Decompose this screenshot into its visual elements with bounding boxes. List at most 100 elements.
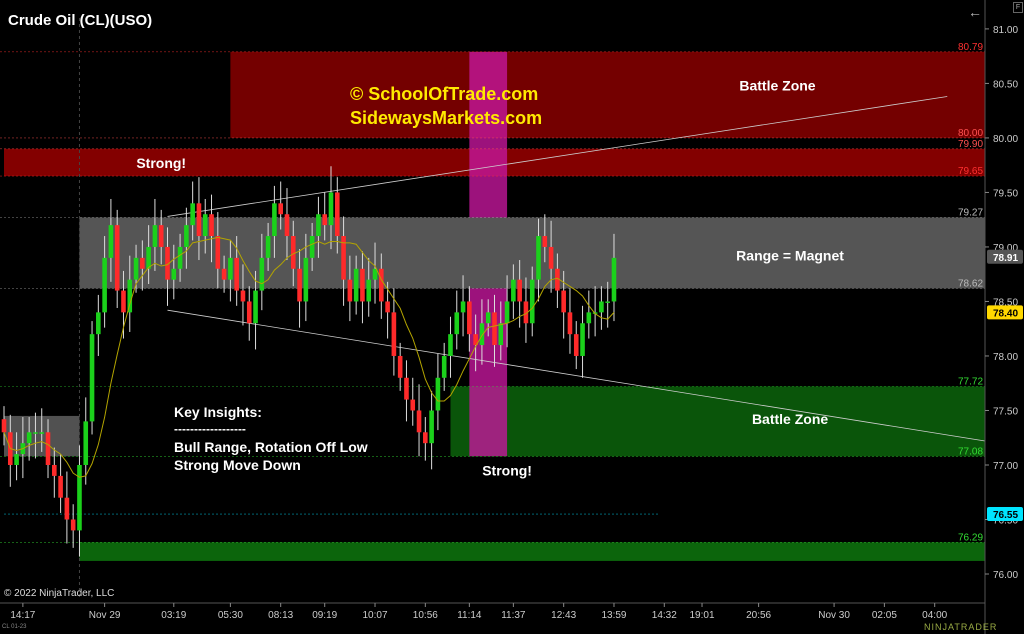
insights-title: Key Insights: (174, 404, 262, 420)
candle-body (385, 301, 390, 313)
candle-body (26, 432, 32, 444)
candle-body (429, 410, 434, 444)
magenta-bar-0 (469, 51, 508, 218)
candle-body (297, 268, 302, 302)
candle-body (202, 214, 208, 237)
candle-body (580, 323, 585, 356)
level-label: 77.72 (958, 376, 983, 387)
candle (89, 321, 95, 435)
zone-annotation: Range = Magnet (736, 248, 844, 264)
x-tick-label: 10:07 (363, 610, 388, 621)
x-tick-label: 04:00 (922, 610, 947, 621)
x-tick-label: 14:17 (10, 610, 35, 621)
candle-body (259, 257, 265, 291)
y-tick-label: 80.50 (993, 79, 1018, 90)
candle-body (96, 312, 101, 335)
candle-body (328, 192, 334, 226)
promo-line-1: © SchoolOfTrade.com (350, 84, 539, 104)
candle-body (410, 399, 416, 411)
candle-body (246, 301, 252, 324)
price-tag-label: 76.55 (993, 510, 1018, 521)
candle-body (177, 246, 183, 269)
candle-body (102, 257, 107, 313)
candle-body (492, 312, 497, 346)
candle-body (228, 257, 233, 280)
candle-body (454, 312, 460, 335)
x-tick-label: 05:30 (218, 610, 243, 621)
candle-body (379, 268, 384, 302)
zone-battle-zone-lower (450, 386, 985, 457)
y-tick-label: 80.00 (993, 134, 1018, 145)
candle-body (605, 301, 610, 303)
candle-body (196, 203, 202, 237)
price-tag-label: 78.91 (993, 253, 1018, 264)
x-tick-label: 19:01 (690, 610, 715, 621)
candle-body (64, 497, 70, 520)
x-tick-label: 12:43 (551, 610, 576, 621)
candle-body (133, 257, 139, 280)
candle-body (303, 257, 309, 302)
candle-body (467, 301, 472, 335)
candle-body (1, 419, 7, 433)
candle-body (284, 214, 290, 237)
candle-body (334, 192, 340, 237)
candle-body (498, 323, 504, 346)
insights-divider: ------------------ (174, 422, 246, 436)
candle-body (441, 355, 447, 378)
level-label: 79.90 (958, 139, 983, 150)
candle-body (52, 464, 57, 476)
candle-body (184, 225, 189, 247)
x-tick-label: 20:56 (746, 610, 771, 621)
candle-body (121, 290, 126, 313)
candle-body (561, 290, 566, 313)
candle-body (347, 279, 353, 302)
candle-body (391, 312, 397, 356)
candle-body (567, 312, 573, 335)
candle-body (83, 421, 89, 465)
zone-annotation: Battle Zone (752, 411, 828, 427)
candle-body (397, 355, 403, 378)
x-tick-label: 13:59 (601, 610, 626, 621)
candle-body (416, 410, 422, 433)
candle-body (114, 225, 120, 291)
flag-box[interactable]: F (1013, 2, 1023, 13)
promo-line-2: SidewaysMarkets.com (350, 108, 543, 128)
candle-body (460, 301, 466, 313)
y-tick-label: 78.00 (993, 352, 1018, 363)
level-label: 79.65 (958, 166, 983, 177)
x-tick-label: 11:14 (457, 610, 482, 621)
y-tick-label: 76.00 (993, 570, 1018, 581)
x-tick-label: 02:05 (872, 610, 897, 621)
arrow-left-icon[interactable]: ← (968, 4, 982, 20)
candle-body (548, 246, 554, 269)
candle-body (353, 268, 359, 302)
candle-body (127, 279, 133, 313)
x-tick-label: Nov 29 (89, 610, 121, 621)
level-label: 80.00 (958, 128, 983, 139)
level-label: 76.29 (958, 532, 983, 543)
x-tick-label: 09:19 (312, 610, 337, 621)
zone-annotation: Battle Zone (739, 78, 815, 94)
candle-body (77, 464, 82, 531)
candle-body (152, 225, 158, 247)
level-label: 78.62 (958, 278, 983, 289)
candle-body (504, 301, 510, 324)
candle-body (423, 432, 428, 444)
candle-body (529, 279, 535, 324)
candle-body (573, 334, 579, 356)
candle-body (435, 377, 441, 411)
candle-body (309, 236, 315, 258)
y-tick-label: 81.00 (993, 25, 1018, 36)
candle-body (146, 246, 151, 269)
y-tick-label: 79.50 (993, 188, 1018, 199)
y-tick-label: 77.50 (993, 406, 1018, 417)
candle-body (89, 334, 95, 422)
zone-support-band (79, 542, 985, 561)
candle-body (360, 268, 365, 302)
candle-body (316, 214, 321, 237)
candle-body (485, 312, 491, 324)
candle-body (511, 279, 516, 302)
candle-body (33, 432, 38, 434)
candle-body (290, 236, 296, 269)
zone-annotation: Strong! (482, 462, 532, 478)
